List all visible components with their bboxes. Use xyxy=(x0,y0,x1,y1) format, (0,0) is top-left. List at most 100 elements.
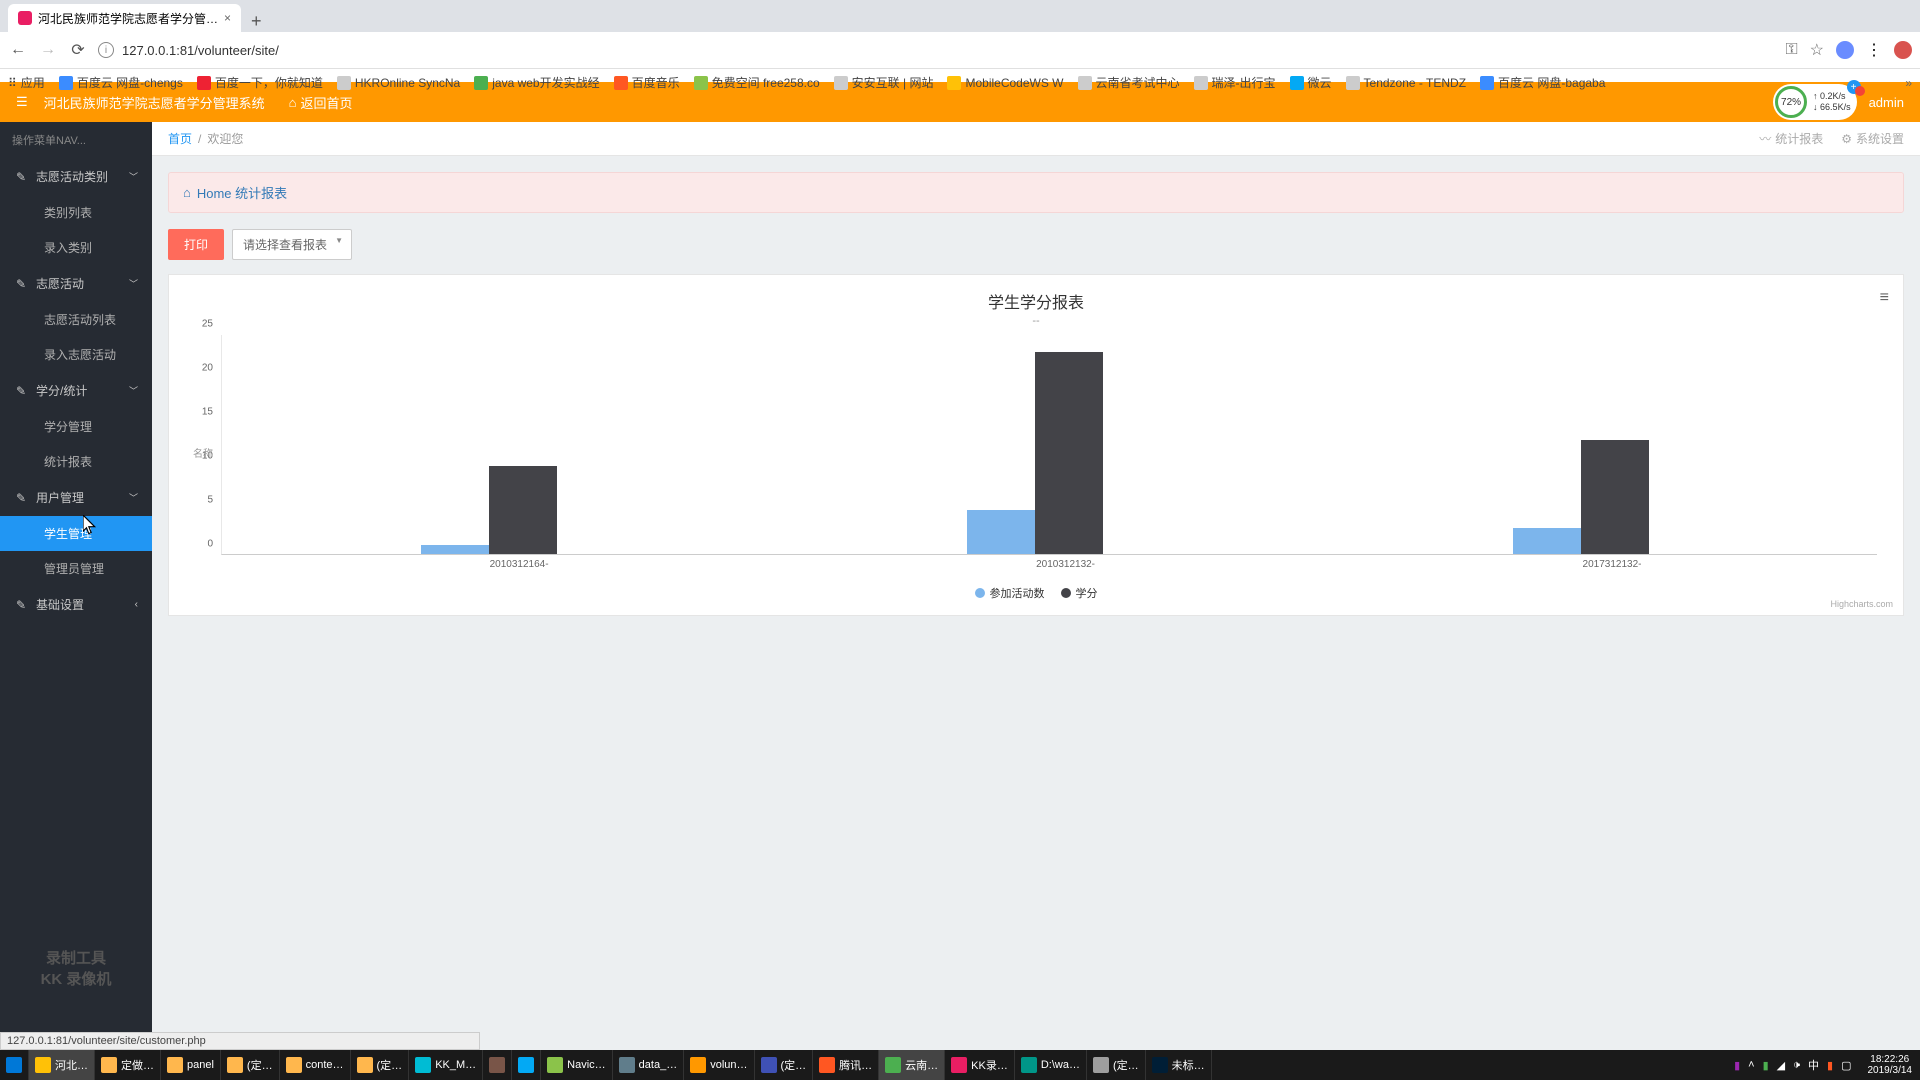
chart-menu-icon[interactable]: ≡ xyxy=(1880,289,1889,307)
menu-dots-icon[interactable]: ⋮ xyxy=(1866,40,1882,60)
key-icon[interactable]: ⚿ xyxy=(1785,41,1797,59)
notification-icon[interactable]: ▢ xyxy=(1841,1059,1851,1072)
sidebar-item-stats-report[interactable]: 统计报表 xyxy=(0,444,152,479)
url-field[interactable]: i 127.0.0.1:81/volunteer/site/ xyxy=(98,42,1775,58)
bookmark-item[interactable]: Tendzone - TENDZ xyxy=(1346,76,1467,90)
new-tab-button[interactable]: + xyxy=(241,11,272,32)
chart-bar[interactable] xyxy=(1513,528,1581,554)
taskbar-app[interactable] xyxy=(512,1050,541,1080)
bookmark-item[interactable]: 百度云 网盘-bagaba xyxy=(1480,74,1605,91)
apps-button[interactable]: ⠿应用 xyxy=(8,74,45,91)
user-menu[interactable]: admin xyxy=(1869,95,1904,110)
chevron-down-icon: ﹀ xyxy=(129,384,138,397)
tab-close-icon[interactable]: × xyxy=(224,11,231,25)
sidebar-item-activity-list[interactable]: 志愿活动列表 xyxy=(0,302,152,337)
bookmark-favicon-icon xyxy=(1480,76,1494,90)
bookmark-item[interactable]: 百度一下，你就知道 xyxy=(197,74,323,91)
bookmark-item[interactable]: 安安互联 | 网站 xyxy=(834,74,934,91)
sidebar-group-settings[interactable]: ✎ 基础设置 ‹ xyxy=(0,586,152,623)
legend-item[interactable]: 参加活动数 xyxy=(975,585,1045,601)
tray-up-icon[interactable]: ˄ xyxy=(1748,1059,1754,1071)
bookmark-favicon-icon xyxy=(694,76,708,90)
app-title: 河北民族师范学院志愿者学分管理系统 xyxy=(44,93,265,112)
sidebar-item-credit-manage[interactable]: 学分管理 xyxy=(0,409,152,444)
taskbar-app[interactable]: (定… xyxy=(1087,1050,1146,1080)
tray-icon[interactable]: ▮ xyxy=(1827,1059,1833,1072)
chart-bar[interactable] xyxy=(967,510,1035,554)
taskbar-app[interactable]: (定… xyxy=(351,1050,410,1080)
taskbar-app[interactable]: 河北… xyxy=(29,1050,95,1080)
header-action-settings[interactable]: ⚙系统设置 xyxy=(1841,130,1904,147)
sidebar-group-activity[interactable]: ✎ 志愿活动 ﹀ xyxy=(0,265,152,302)
bookmark-item[interactable]: 瑞泽-出行宝 xyxy=(1194,74,1276,91)
reload-button[interactable]: ⟳ xyxy=(68,40,88,60)
taskbar-app[interactable]: KK录… xyxy=(945,1050,1015,1080)
home-link[interactable]: ⌂ 返回首页 xyxy=(289,93,353,112)
taskbar-app[interactable]: D:\wa… xyxy=(1015,1050,1087,1080)
sidebar-group-users[interactable]: ✎ 用户管理 ﹀ xyxy=(0,479,152,516)
bookmark-item[interactable]: 云南省考试中心 xyxy=(1078,74,1180,91)
taskbar-app[interactable]: (定… xyxy=(755,1050,814,1080)
taskbar-clock[interactable]: 18:22:26 2019/3/14 xyxy=(1860,1054,1920,1076)
sidebar-item-student-manage[interactable]: 学生管理 xyxy=(0,516,152,551)
taskbar-app[interactable]: 定做… xyxy=(95,1050,161,1080)
site-info-icon[interactable]: i xyxy=(98,42,114,58)
taskbar-app[interactable] xyxy=(483,1050,512,1080)
taskbar-app[interactable]: 未标… xyxy=(1146,1050,1212,1080)
bookmark-item[interactable]: 微云 xyxy=(1290,74,1332,91)
sidebar-item-category-list[interactable]: 类别列表 xyxy=(0,195,152,230)
sidebar-item-activity-add[interactable]: 录入志愿活动 xyxy=(0,337,152,372)
controls-row: 打印 请选择查看报表 xyxy=(168,229,1904,260)
tray-icon[interactable]: ▮ xyxy=(1734,1059,1740,1072)
bookmark-star-icon[interactable]: ☆ xyxy=(1810,40,1824,60)
taskbar-app[interactable]: (定… xyxy=(221,1050,280,1080)
bookmark-item[interactable]: MobileCodeWS W xyxy=(947,76,1063,90)
chart-bar[interactable] xyxy=(421,545,489,554)
speed-stats: ↑ 0.2K/s ↓ 66.5K/s xyxy=(1813,91,1851,113)
bookmark-item[interactable]: 百度音乐 xyxy=(614,74,680,91)
start-button[interactable] xyxy=(0,1050,29,1080)
breadcrumb-home[interactable]: 首页 xyxy=(168,130,192,147)
menu-toggle-icon[interactable]: ☰ xyxy=(16,94,28,110)
chart-bar[interactable] xyxy=(489,466,557,554)
legend-item[interactable]: 学分 xyxy=(1061,585,1098,601)
bookmarks-overflow-icon[interactable]: » xyxy=(1905,76,1912,90)
ime-icon[interactable]: 中 xyxy=(1808,1057,1819,1073)
tray-icon[interactable]: ▮ xyxy=(1763,1059,1769,1072)
forward-button[interactable]: → xyxy=(38,41,58,59)
header-action-stats[interactable]: 〰统计报表 xyxy=(1759,130,1823,147)
taskbar-app[interactable]: conte… xyxy=(280,1050,351,1080)
chart-bar[interactable] xyxy=(1035,352,1103,554)
browser-tab[interactable]: 河北民族师范学院志愿者学分管… × xyxy=(8,4,241,32)
speed-widget[interactable]: 72% ↑ 0.2K/s ↓ 66.5K/s + xyxy=(1773,84,1857,120)
back-button[interactable]: ← xyxy=(8,41,28,59)
bookmark-item[interactable]: HKROnline SyncNa xyxy=(337,76,460,90)
bookmark-item[interactable]: java web开发实战经 xyxy=(474,74,599,91)
print-button[interactable]: 打印 xyxy=(168,229,224,260)
chart-bar[interactable] xyxy=(1581,440,1649,554)
taskbar-app[interactable]: volun… xyxy=(684,1050,754,1080)
volume-icon[interactable]: 🕩 xyxy=(1793,1059,1800,1072)
folder-icon xyxy=(286,1057,302,1073)
bookmark-favicon-icon xyxy=(197,76,211,90)
taskbar-app[interactable]: 腾讯… xyxy=(813,1050,879,1080)
extension-icon[interactable] xyxy=(1894,41,1912,59)
sidebar-group-activity-category[interactable]: ✎ 志愿活动类别 ﹀ xyxy=(0,158,152,195)
bookmark-item[interactable]: 免费空间 free258.co xyxy=(694,74,820,91)
system-tray[interactable]: ▮ ˄ ▮ ◢ 🕩 中 ▮ ▢ xyxy=(1726,1057,1859,1073)
y-axis-label: 名称 xyxy=(193,445,213,460)
profile-avatar-icon[interactable] xyxy=(1836,41,1854,59)
chevron-down-icon: ﹀ xyxy=(129,491,138,504)
banner-text: Home 统计报表 xyxy=(197,183,287,202)
taskbar-app[interactable]: panel xyxy=(161,1050,221,1080)
wifi-icon[interactable]: ◢ xyxy=(1777,1059,1785,1072)
taskbar-app[interactable]: data_… xyxy=(613,1050,685,1080)
sidebar-group-credits[interactable]: ✎ 学分/统计 ﹀ xyxy=(0,372,152,409)
taskbar-app[interactable]: KK_M… xyxy=(409,1050,483,1080)
sidebar-item-admin-manage[interactable]: 管理员管理 xyxy=(0,551,152,586)
sidebar-item-category-add[interactable]: 录入类别 xyxy=(0,230,152,265)
taskbar-app[interactable]: Navic… xyxy=(541,1050,613,1080)
report-select[interactable]: 请选择查看报表 xyxy=(232,229,352,260)
bookmark-item[interactable]: 百度云 网盘-chengs xyxy=(59,74,183,91)
taskbar-app[interactable]: 云南… xyxy=(879,1050,945,1080)
